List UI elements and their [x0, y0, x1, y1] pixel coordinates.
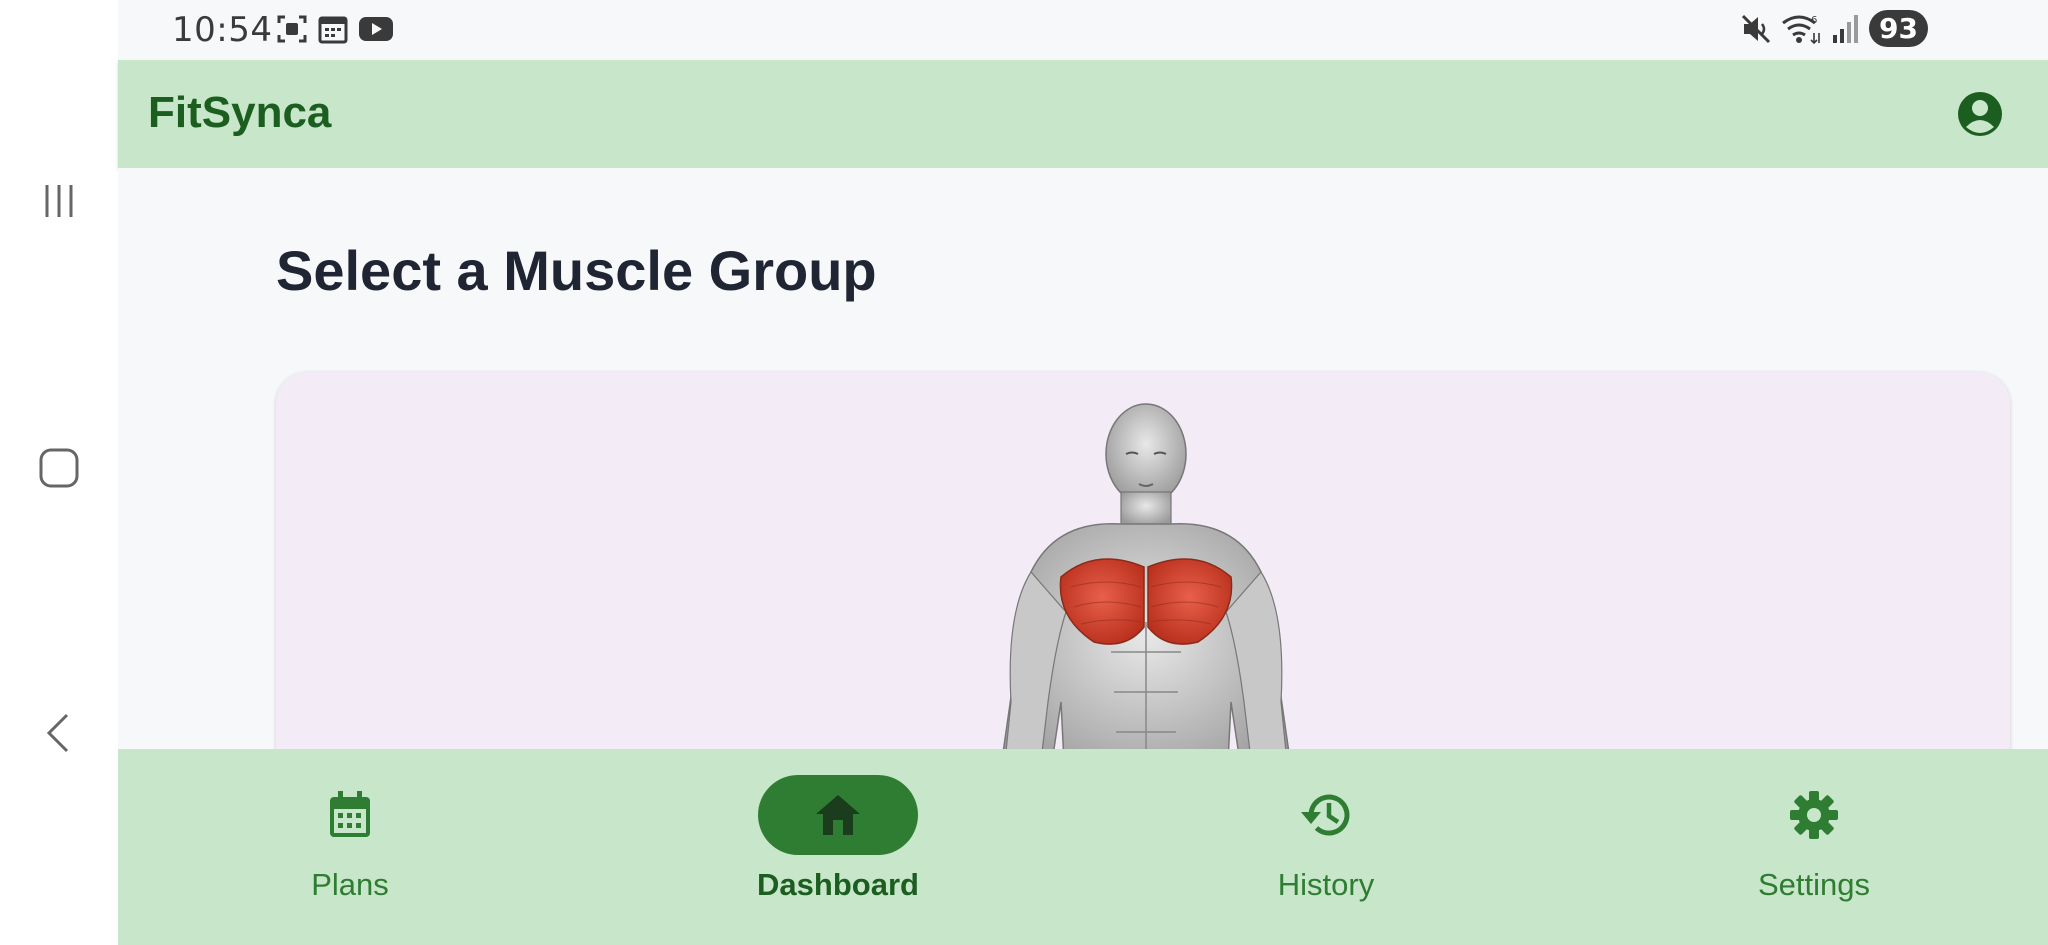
- nav-item-plans[interactable]: Plans: [230, 749, 470, 945]
- nav-item-dashboard[interactable]: Dashboard: [718, 749, 958, 945]
- status-time: 10:54: [172, 10, 273, 50]
- nav-icon-container-active: [758, 775, 918, 855]
- main-content: Select a Muscle Group: [118, 168, 2048, 749]
- youtube-icon: [359, 17, 393, 41]
- wifi-icon: 6: [1782, 15, 1820, 44]
- app-bar: FitSynca: [118, 60, 2048, 168]
- muscle-selector-card: [276, 372, 2010, 749]
- recent-apps-button[interactable]: [34, 176, 84, 226]
- system-nav-bar: [0, 0, 118, 945]
- gear-icon: [1790, 791, 1838, 839]
- bottom-navigation: Plans Dashboard History Settings: [118, 749, 2048, 945]
- history-icon: [1301, 794, 1350, 836]
- battery-indicator: 93: [1869, 10, 1928, 47]
- back-icon: [46, 713, 69, 753]
- status-notification-icons: [276, 14, 394, 44]
- nav-label-settings: Settings: [1757, 867, 1870, 902]
- recent-apps-icon: [45, 185, 73, 217]
- status-bar: 10:54 6 93: [118, 0, 2048, 60]
- nav-label-plans: Plans: [311, 867, 389, 902]
- anatomy-body-figure[interactable]: [976, 402, 1316, 749]
- nav-item-history[interactable]: History: [1206, 749, 1446, 945]
- home-icon: [816, 795, 860, 835]
- nav-label-history: History: [1277, 867, 1375, 902]
- account-circle-icon: [1958, 92, 2002, 136]
- app-title: FitSynca: [148, 88, 332, 137]
- status-system-icons: 6 93: [1741, 10, 1928, 47]
- signal-icon: [1833, 14, 1859, 43]
- back-button[interactable]: [34, 708, 84, 758]
- page-title: Select a Muscle Group: [276, 239, 877, 302]
- calendar-icon: [330, 791, 370, 837]
- profile-button[interactable]: [1956, 90, 2004, 138]
- nav-icon-container: [270, 775, 430, 855]
- screenshot-icon: [277, 15, 307, 43]
- nav-icon-container: [1246, 775, 1406, 855]
- mute-icon: [1741, 14, 1771, 43]
- home-square-icon: [39, 448, 79, 488]
- nav-icon-container: [1734, 775, 1894, 855]
- calendar-icon: [318, 16, 348, 44]
- home-button[interactable]: [34, 443, 84, 493]
- svg-text:6: 6: [1811, 15, 1817, 26]
- nav-item-settings[interactable]: Settings: [1694, 749, 1934, 945]
- nav-label-dashboard: Dashboard: [757, 867, 919, 902]
